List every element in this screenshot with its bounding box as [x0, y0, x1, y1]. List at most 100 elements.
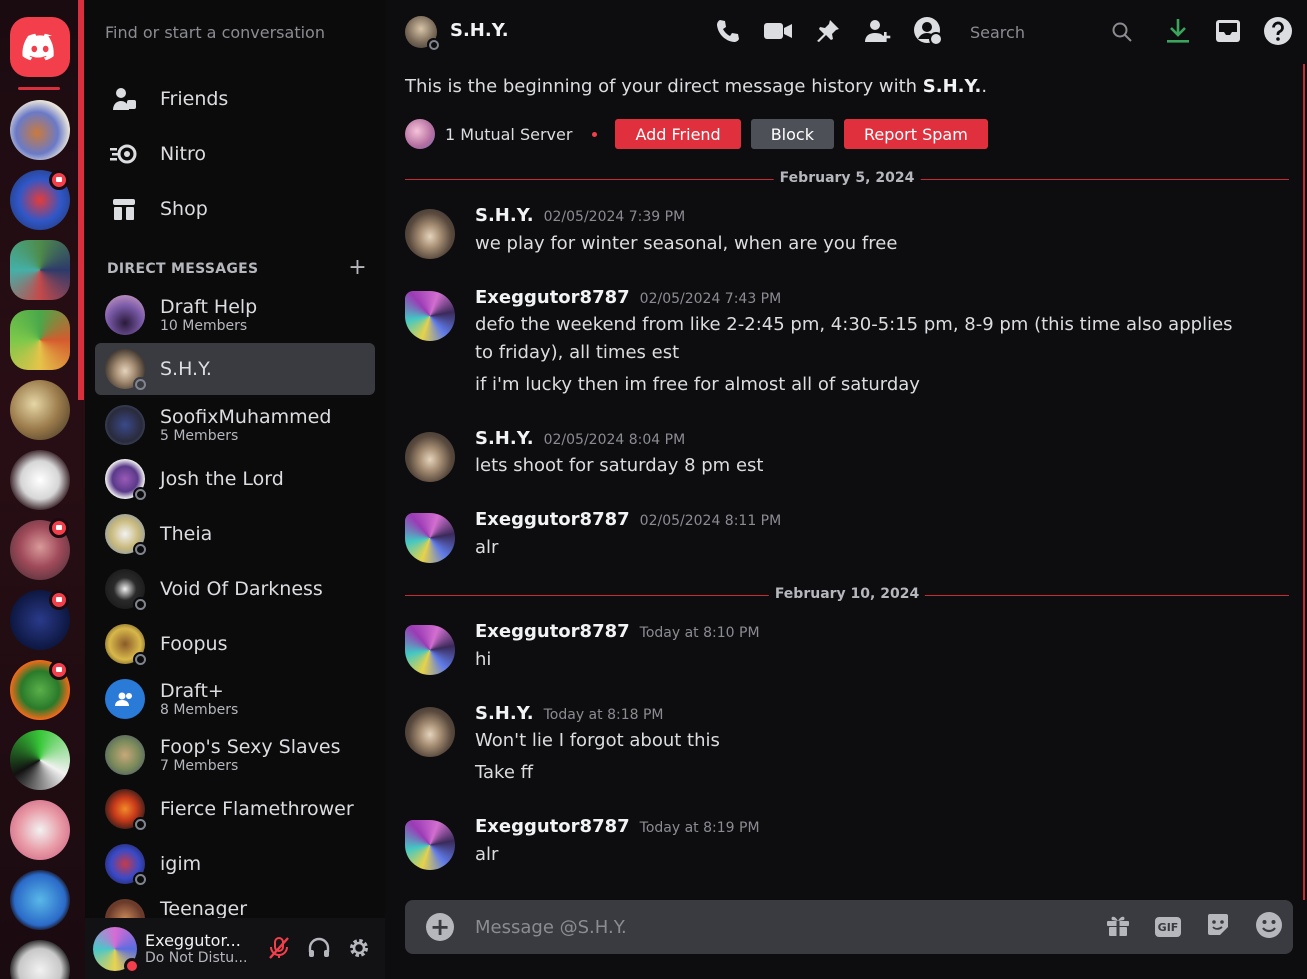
conversation-search-input[interactable]: Find or start a conversation	[105, 16, 375, 48]
message-avatar[interactable]	[405, 209, 455, 259]
video-call-icon[interactable]	[763, 16, 793, 46]
scrollbar[interactable]	[1303, 64, 1305, 900]
message-timestamp: 02/05/2024 8:04 PM	[543, 432, 686, 448]
block-button[interactable]: Block	[750, 119, 834, 149]
help-icon[interactable]	[1263, 16, 1293, 46]
message-timestamp: Today at 8:19 PM	[639, 820, 760, 836]
message-search-input[interactable]: Search	[958, 16, 1144, 48]
download-icon[interactable]	[1163, 16, 1193, 46]
dm-item[interactable]: Fierce Flamethrower	[95, 783, 375, 835]
gif-picker-button[interactable]: GIF	[1155, 917, 1181, 937]
server-icon[interactable]	[10, 240, 70, 300]
voice-call-icon[interactable]	[713, 16, 743, 46]
message-author[interactable]: S.H.Y.	[475, 205, 534, 226]
report-spam-button[interactable]: Report Spam	[843, 119, 988, 149]
nav-nitro[interactable]: Nitro	[95, 131, 375, 177]
message-avatar[interactable]	[405, 707, 455, 757]
avatar	[105, 624, 148, 667]
pin-icon[interactable]	[813, 16, 843, 46]
dm-members: 5 Members	[160, 427, 239, 444]
rail-accent-bar	[78, 0, 84, 400]
user-name[interactable]: Exeggutor...	[145, 931, 247, 950]
home-button[interactable]	[10, 17, 70, 77]
dm-name: Josh the Lord	[160, 467, 284, 490]
message-author[interactable]: S.H.Y.	[475, 428, 534, 449]
message-author[interactable]: Exeggutor8787	[475, 816, 630, 837]
message-author[interactable]: S.H.Y.	[475, 703, 534, 724]
message-timestamp: Today at 8:10 PM	[639, 625, 760, 641]
dm-item[interactable]: Void Of Darkness	[95, 563, 375, 615]
message-author[interactable]: Exeggutor8787	[475, 509, 630, 530]
dm-item[interactable]: igim	[95, 838, 375, 890]
sticker-icon[interactable]	[1205, 912, 1231, 942]
mutual-server-avatar	[405, 119, 435, 149]
message-avatar[interactable]	[405, 820, 455, 870]
dm-members: 7 Members	[160, 757, 239, 774]
avatar	[105, 405, 145, 445]
avatar	[105, 349, 148, 392]
offline-status-icon	[133, 542, 148, 557]
dm-item[interactable]: Josh the Lord	[95, 453, 375, 505]
message-input[interactable]: Message @S.H.Y.	[475, 917, 1105, 938]
message: S.H.Y. Today at 8:18 PM Won't lie I forgo…	[405, 703, 1289, 795]
dm-item-active[interactable]: S.H.Y.	[95, 343, 375, 395]
mute-mic-icon[interactable]	[267, 936, 291, 964]
server-icon[interactable]	[10, 730, 70, 790]
server-icon[interactable]	[10, 380, 70, 440]
message-timestamp: 02/05/2024 8:11 PM	[639, 513, 782, 529]
dm-item[interactable]: Theia	[95, 508, 375, 560]
date-divider-label: February 10, 2024	[768, 586, 926, 602]
server-rail	[0, 0, 85, 979]
notification-badge-icon	[49, 170, 69, 190]
shop-icon	[109, 194, 139, 224]
server-icon[interactable]	[10, 100, 70, 160]
add-friends-to-dm-icon[interactable]	[863, 16, 893, 46]
message-text: if i'm lucky then im free for almost all…	[475, 374, 920, 395]
headphones-icon[interactable]	[307, 936, 331, 964]
message-avatar[interactable]	[405, 432, 455, 482]
dm-item[interactable]: SoofixMuhammed 5 Members	[95, 399, 375, 451]
message-avatar[interactable]	[405, 291, 455, 341]
server-icon[interactable]	[10, 940, 70, 979]
offline-status-icon	[133, 377, 148, 392]
message-avatar[interactable]	[405, 625, 455, 675]
message-avatar[interactable]	[405, 513, 455, 563]
nav-label: Shop	[160, 198, 208, 220]
message-text: to friday), all times est	[475, 342, 680, 363]
user-profile-icon[interactable]	[913, 16, 943, 46]
message: Exeggutor8787 Today at 8:19 PM alr	[405, 816, 1289, 876]
settings-gear-icon[interactable]	[347, 936, 371, 964]
date-divider-label: February 5, 2024	[773, 170, 921, 186]
header-username[interactable]: S.H.Y.	[450, 20, 509, 41]
message-author[interactable]: Exeggutor8787	[475, 287, 630, 308]
dm-item[interactable]: Foop's Sexy Slaves 7 Members	[95, 729, 375, 781]
notification-badge-icon	[49, 660, 69, 680]
emoji-icon[interactable]	[1255, 911, 1283, 943]
avatar	[105, 459, 148, 502]
add-friend-button[interactable]: Add Friend	[615, 119, 741, 149]
dm-name: Foop's Sexy Slaves	[160, 735, 341, 758]
nav-friends[interactable]: Friends	[95, 76, 375, 122]
dm-item[interactable]: Foopus	[95, 618, 375, 670]
message-author[interactable]: Exeggutor8787	[475, 621, 630, 642]
nav-shop[interactable]: Shop	[95, 186, 375, 232]
server-icon[interactable]	[10, 870, 70, 930]
message-timestamp: Today at 8:18 PM	[543, 707, 664, 723]
server-icon[interactable]	[10, 800, 70, 860]
home-underline	[18, 87, 60, 90]
dm-item[interactable]: Teenager	[95, 893, 375, 918]
server-icon[interactable]	[10, 310, 70, 370]
dm-item[interactable]: Draft+ 8 Members	[95, 673, 375, 725]
mutual-servers-link[interactable]: 1 Mutual Server	[445, 125, 572, 144]
inbox-icon[interactable]	[1213, 16, 1243, 46]
user-avatar[interactable]	[93, 926, 140, 974]
message-composer[interactable]: + Message @S.H.Y. GIF	[405, 900, 1293, 954]
upload-plus-icon[interactable]: +	[426, 913, 454, 941]
separator-dot	[592, 131, 598, 137]
dm-item[interactable]: Draft Help 10 Members	[95, 289, 375, 341]
create-dm-button[interactable]: +	[348, 255, 367, 280]
avatar	[105, 514, 148, 557]
server-icon[interactable]	[10, 450, 70, 510]
dm-name: Teenager	[160, 898, 248, 919]
gift-icon[interactable]	[1105, 912, 1131, 942]
